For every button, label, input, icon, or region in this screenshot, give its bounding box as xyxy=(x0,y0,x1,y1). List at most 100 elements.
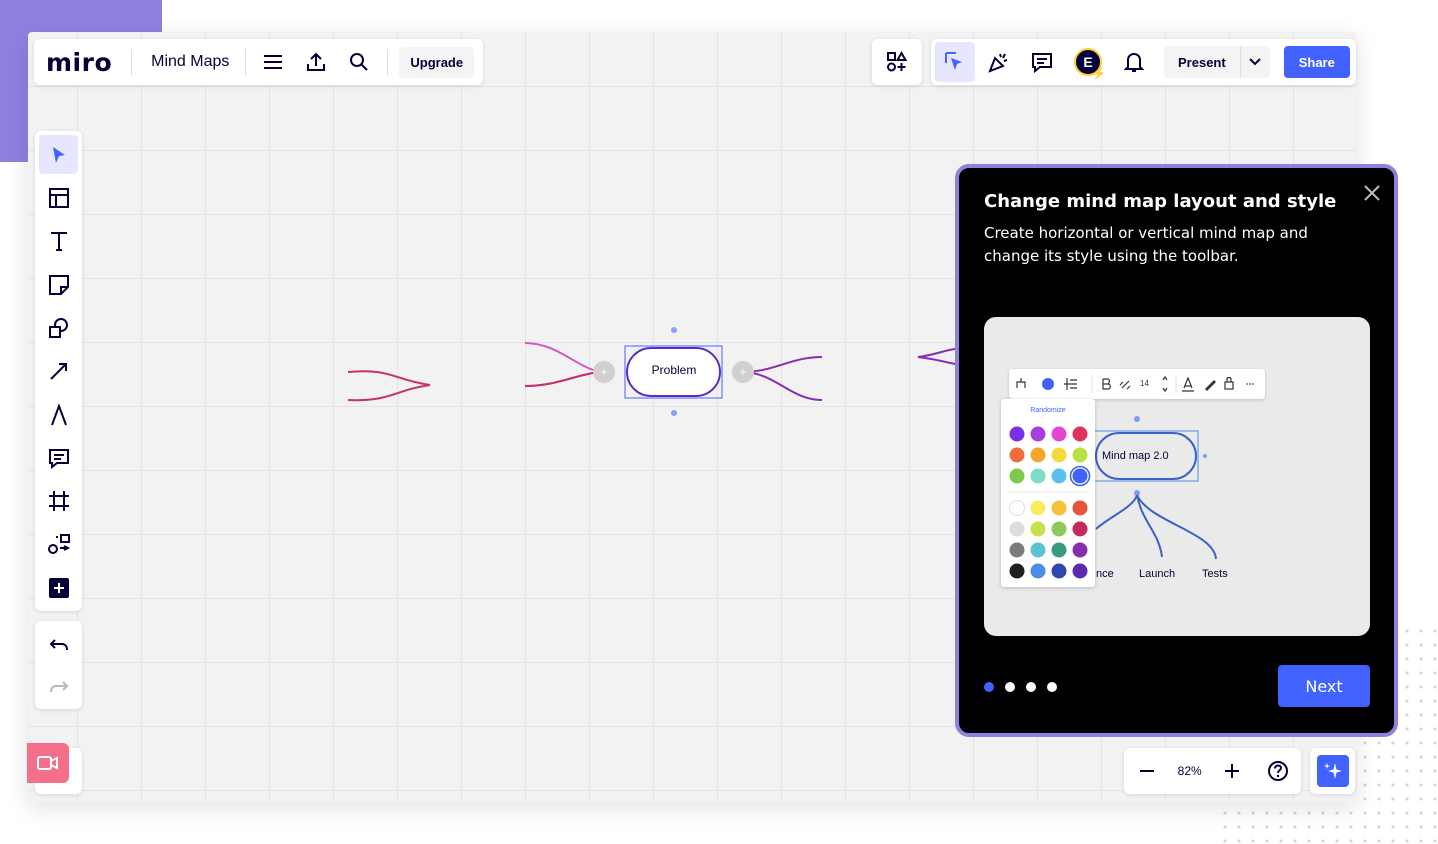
color-swatch[interactable] xyxy=(1051,447,1067,463)
preview-branch xyxy=(1095,494,1138,530)
color-swatch[interactable] xyxy=(1030,500,1046,516)
close-icon[interactable] xyxy=(1360,183,1384,207)
redo-icon[interactable] xyxy=(39,667,78,706)
mind-map-branch xyxy=(347,370,431,402)
connection-line-icon[interactable] xyxy=(39,351,78,390)
palette-swatches xyxy=(1007,426,1091,579)
reactions-select-icon[interactable] xyxy=(935,42,975,82)
share-button[interactable]: Share xyxy=(1283,46,1350,78)
color-swatch[interactable] xyxy=(1009,426,1025,442)
export-icon[interactable] xyxy=(296,42,336,82)
bolt-icon: ⚡ xyxy=(1092,68,1106,80)
color-swatch[interactable] xyxy=(1009,521,1025,537)
preview-font-size: 14 xyxy=(1140,379,1149,388)
node-label[interactable]: Problem xyxy=(628,363,720,377)
miro-logo[interactable]: miro xyxy=(46,48,112,77)
step-dot[interactable] xyxy=(1005,682,1015,692)
apps-icon[interactable] xyxy=(877,42,917,82)
step-indicator xyxy=(984,682,1057,692)
plus-square-icon[interactable] xyxy=(39,568,78,607)
avatar-initial: E xyxy=(1083,54,1093,70)
undo-icon[interactable] xyxy=(39,625,78,664)
present-group: Present xyxy=(1164,46,1270,78)
frame-icon[interactable] xyxy=(39,481,78,520)
preview-child-label: Launch xyxy=(1139,568,1176,580)
search-icon[interactable] xyxy=(339,42,379,82)
color-swatch[interactable] xyxy=(1030,447,1046,463)
mind-map-branch xyxy=(741,356,823,401)
color-swatch[interactable] xyxy=(1051,500,1067,516)
shapes-icon[interactable] xyxy=(39,308,78,347)
zoom-level[interactable]: 82% xyxy=(1178,764,1202,778)
preview-toolbar-icons xyxy=(1016,375,1254,393)
comments-icon[interactable] xyxy=(1022,42,1062,82)
next-button[interactable]: Next xyxy=(1278,665,1370,707)
preview-color-palette: Randomize xyxy=(1001,399,1095,587)
color-swatch[interactable] xyxy=(1030,542,1046,558)
color-swatch[interactable] xyxy=(1072,426,1088,442)
popup-title: Change mind map layout and style xyxy=(984,191,1337,212)
left-toolbar xyxy=(35,131,82,611)
color-swatch[interactable] xyxy=(1072,500,1088,516)
pen-icon[interactable] xyxy=(39,395,78,434)
color-swatch[interactable] xyxy=(1009,468,1025,484)
popup-description: Create horizontal or vertical mind map a… xyxy=(984,224,1308,265)
step-dot[interactable] xyxy=(1026,682,1036,692)
step-dot[interactable] xyxy=(1047,682,1057,692)
upgrade-button[interactable]: Upgrade xyxy=(399,46,475,78)
zoom-out-icon[interactable] xyxy=(1132,751,1162,791)
preview-child-label: nce xyxy=(1096,568,1114,580)
board-name[interactable]: Mind Maps xyxy=(151,53,229,71)
select-cursor-icon[interactable] xyxy=(39,135,78,174)
resize-handle xyxy=(671,327,677,333)
present-button[interactable]: Present xyxy=(1164,55,1240,70)
color-swatch[interactable] xyxy=(1051,521,1067,537)
board-header: miro Mind Maps Upgrade xyxy=(34,39,483,85)
mind-map-icon[interactable] xyxy=(39,524,78,563)
color-swatch[interactable] xyxy=(1009,447,1025,463)
resize-handle xyxy=(671,410,677,416)
video-camera-icon[interactable] xyxy=(27,743,69,783)
bell-icon[interactable] xyxy=(1114,42,1154,82)
templates-icon[interactable] xyxy=(39,178,78,217)
preview-image: Mind map 2.0 nce Launch Tests 14 Randomi… xyxy=(984,317,1370,636)
chevron-down-icon[interactable] xyxy=(1239,46,1270,78)
color-swatch[interactable] xyxy=(1072,563,1088,579)
menu-icon[interactable] xyxy=(253,42,293,82)
color-swatch[interactable] xyxy=(1072,447,1088,463)
step-dot[interactable] xyxy=(984,682,994,692)
color-swatch[interactable] xyxy=(1072,542,1088,558)
color-swatch[interactable] xyxy=(1030,521,1046,537)
zoom-in-icon[interactable] xyxy=(1217,751,1247,791)
preview-toolbar: 14 xyxy=(1009,369,1265,399)
preview-child-label: Tests xyxy=(1202,568,1228,580)
preview-node-label: Mind map 2.0 xyxy=(1102,450,1169,462)
sticky-note-icon[interactable] xyxy=(39,265,78,304)
color-swatch[interactable] xyxy=(1030,468,1046,484)
text-icon[interactable] xyxy=(39,221,78,260)
color-swatch[interactable] xyxy=(1009,563,1025,579)
color-swatch[interactable] xyxy=(1030,563,1046,579)
color-swatch[interactable] xyxy=(1051,468,1067,484)
history-toolbar xyxy=(35,621,82,709)
color-swatch[interactable] xyxy=(1009,500,1025,516)
avatar[interactable]: E ⚡ xyxy=(1074,48,1106,80)
help-icon[interactable] xyxy=(1263,751,1293,791)
avatar-wrapper[interactable]: E ⚡ xyxy=(1068,42,1108,82)
sparkle-icon[interactable] xyxy=(1316,755,1349,787)
color-swatch[interactable] xyxy=(1051,426,1067,442)
color-swatch[interactable] xyxy=(1072,521,1088,537)
celebrate-icon[interactable] xyxy=(979,42,1019,82)
color-swatch[interactable] xyxy=(1051,542,1067,558)
preview-branch xyxy=(1136,494,1217,560)
color-swatch[interactable] xyxy=(1030,426,1046,442)
color-swatch[interactable] xyxy=(1072,468,1088,484)
color-swatch[interactable] xyxy=(1009,542,1025,558)
mind-map-branch xyxy=(917,348,956,365)
comment-icon[interactable] xyxy=(39,438,78,477)
zoom-toolbar: 82% xyxy=(1124,748,1301,794)
color-swatch[interactable] xyxy=(1051,563,1067,579)
divider xyxy=(245,49,247,75)
preview-branch xyxy=(1136,494,1163,558)
ai-assist-panel xyxy=(1310,748,1355,794)
